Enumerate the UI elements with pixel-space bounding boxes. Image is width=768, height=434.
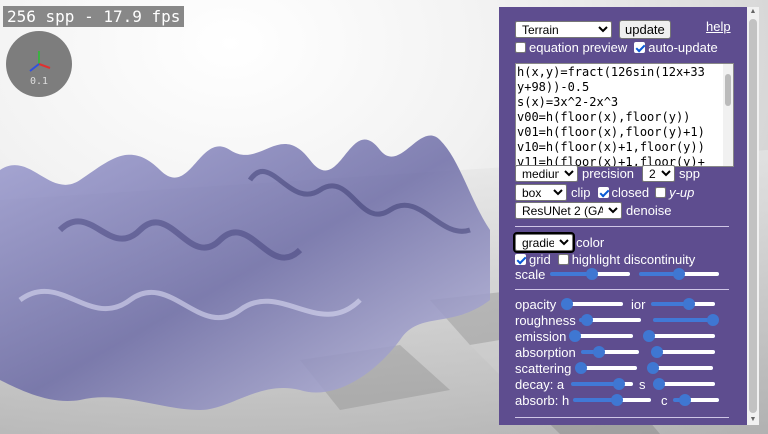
absorb-h-slider[interactable]: [573, 394, 651, 406]
closed-label: closed: [611, 184, 650, 200]
divider: [515, 226, 729, 227]
update-button[interactable]: update: [619, 19, 671, 39]
decay-s-label: s: [639, 376, 646, 392]
equation-scrollbar[interactable]: [723, 64, 733, 166]
auto-update-label: auto-update: [648, 39, 718, 55]
absorb-h-label: absorb: h: [515, 392, 570, 408]
settings-panel: Terrain update help equation preview aut…: [499, 7, 747, 425]
denoise-label: denoise: [626, 202, 672, 218]
scattering-label: scattering: [515, 360, 572, 376]
absorb-c-slider[interactable]: [673, 394, 719, 406]
precision-select[interactable]: medium: [515, 164, 578, 182]
help-link[interactable]: help: [706, 19, 731, 34]
decay-a-slider[interactable]: [571, 378, 633, 390]
equation-editor[interactable]: h(x,y)=fract(126sin(12x+33 y+98))-0.5 s(…: [515, 63, 734, 167]
scale-slider-2[interactable]: [639, 268, 719, 280]
decay-a-label: decay: a: [515, 376, 565, 392]
stats-readout: 256 spp - 17.9 fps: [3, 6, 185, 27]
roughness-slider[interactable]: [579, 314, 641, 326]
absorb-c-label: c: [661, 392, 668, 408]
scale-label: scale: [515, 266, 546, 282]
scale-slider[interactable]: [550, 268, 630, 280]
axis-icon: [29, 51, 51, 72]
highlight-label: highlight discontinuity: [571, 251, 696, 267]
spp-select[interactable]: 2⁸: [642, 164, 676, 182]
scroll-down-icon[interactable]: ▼: [749, 416, 757, 424]
preset-select[interactable]: Terrain: [515, 20, 612, 38]
gizmo-scale-label: 0.1: [29, 76, 49, 87]
emission-label: emission: [515, 328, 567, 344]
clip-label: clip: [571, 184, 591, 200]
decay-s-slider[interactable]: [653, 378, 715, 390]
ior-slider[interactable]: [651, 298, 715, 310]
panel-scrollbar[interactable]: ▲ ▼: [747, 7, 759, 425]
equation-text: h(x,y)=fract(126sin(12x+33 y+98))-0.5 s(…: [517, 65, 705, 167]
closed-checkbox[interactable]: [597, 186, 609, 198]
absorption-slider-2[interactable]: [651, 346, 715, 358]
highlight-checkbox[interactable]: [557, 253, 569, 265]
color-label: color: [576, 234, 605, 250]
roughness-slider-2[interactable]: [653, 314, 719, 326]
denoise-select[interactable]: ResUNet 2 (GAN): [515, 201, 622, 219]
emission-slider-2[interactable]: [643, 330, 715, 342]
clip-select[interactable]: box: [515, 183, 567, 201]
absorption-slider[interactable]: [581, 346, 639, 358]
divider: [515, 417, 729, 418]
scattering-slider-2[interactable]: [647, 362, 713, 374]
emission-slider[interactable]: [569, 330, 633, 342]
color-select[interactable]: gradient: [513, 231, 575, 253]
scattering-slider[interactable]: [575, 362, 637, 374]
opacity-slider[interactable]: [561, 298, 623, 310]
panel-scroll-thumb[interactable]: [749, 19, 757, 413]
scroll-up-icon[interactable]: ▲: [749, 8, 757, 16]
absorption-label: absorption: [515, 344, 576, 360]
roughness-label: roughness: [515, 312, 576, 328]
auto-update-checkbox[interactable]: [634, 41, 646, 53]
y-up-checkbox[interactable]: [655, 186, 667, 198]
axis-gizmo[interactable]: 0.1: [6, 31, 72, 97]
spp-label: spp: [679, 165, 700, 181]
ior-label: ior: [631, 296, 646, 312]
opacity-label: opacity: [515, 296, 557, 312]
precision-label: precision: [582, 165, 635, 181]
y-up-label: y-up: [669, 184, 695, 200]
equation-preview-checkbox[interactable]: [515, 41, 526, 53]
grid-checkbox[interactable]: [515, 253, 526, 265]
divider: [515, 289, 729, 290]
equation-preview-label: equation preview: [529, 39, 628, 55]
